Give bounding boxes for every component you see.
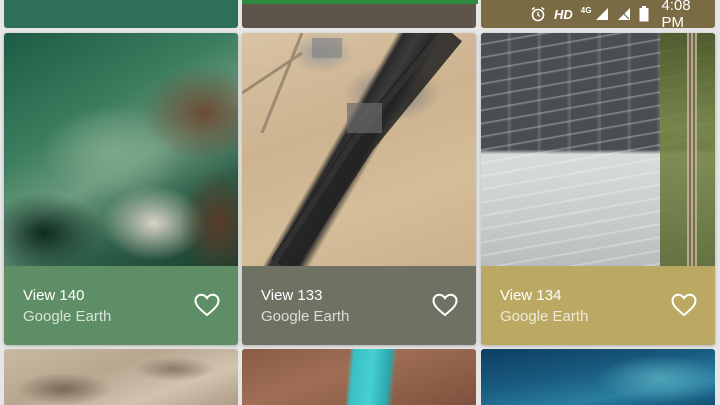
hd-indicator: HD	[554, 6, 573, 22]
card-image[interactable]	[242, 33, 476, 266]
status-bar: HD 4G 4:08 PM	[530, 0, 720, 31]
card-footer: View 140 Google Earth	[4, 266, 238, 345]
card-footer: View 133 Google Earth	[242, 266, 476, 345]
heart-outline-icon[interactable]	[432, 293, 458, 317]
clock-time: 4:08 PM	[661, 0, 691, 31]
battery-icon	[639, 6, 649, 22]
partial-card-top-2[interactable]	[242, 0, 476, 28]
partial-card-bottom-2[interactable]	[242, 349, 476, 405]
card-footer: View 134 Google Earth	[481, 266, 715, 345]
heart-outline-icon[interactable]	[671, 293, 697, 317]
card-image[interactable]	[4, 33, 238, 266]
alarm-clock-icon	[530, 6, 546, 22]
network-type: 4G	[580, 5, 592, 15]
card-view-134[interactable]: View 134 Google Earth	[481, 33, 715, 345]
partial-card-bottom-1[interactable]	[4, 349, 238, 405]
active-indicator	[242, 0, 478, 4]
signal-icon	[595, 7, 609, 21]
partial-card-top-1[interactable]	[4, 0, 238, 28]
partial-card-bottom-3[interactable]	[481, 349, 715, 405]
card-image[interactable]	[481, 33, 715, 266]
rail-track	[687, 33, 697, 266]
signal-icon-2	[617, 7, 631, 21]
card-view-133[interactable]: View 133 Google Earth	[242, 33, 476, 345]
heart-outline-icon[interactable]	[194, 293, 220, 317]
card-view-140[interactable]: View 140 Google Earth	[4, 33, 238, 345]
screen: HD 4G 4:08 PM View 140 Google Earth View…	[0, 0, 720, 405]
